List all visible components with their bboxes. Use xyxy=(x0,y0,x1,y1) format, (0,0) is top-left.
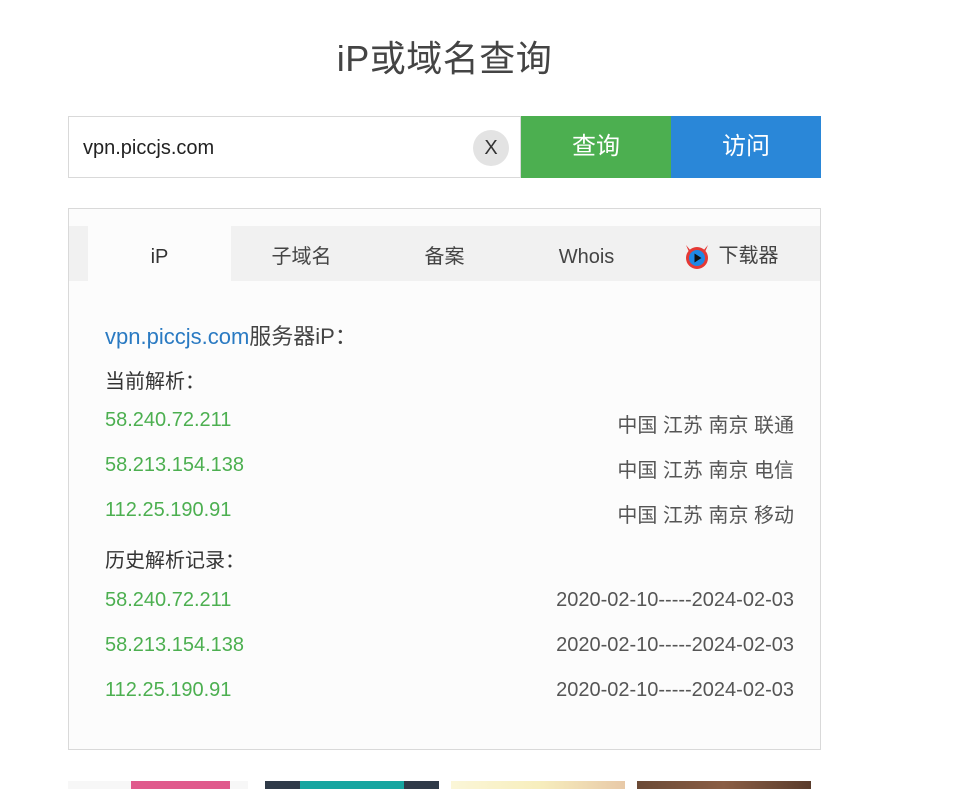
domain-heading-suffix: 服务器iP： xyxy=(249,324,357,349)
tab-icp-record[interactable]: 备案 xyxy=(373,226,516,281)
ip-link[interactable]: 58.240.72.211 xyxy=(105,589,231,612)
search-bar: X 查询 访问 xyxy=(68,116,821,179)
current-resolution-label: 当前解析： xyxy=(105,371,205,393)
tab-whois[interactable]: Whois xyxy=(515,226,658,281)
history-row: 112.25.190.91 2020-02-10-----2024-02-03 xyxy=(105,679,794,709)
ip-link[interactable]: 58.240.72.211 xyxy=(105,409,231,432)
current-row: 112.25.190.91 中国 江苏 南京 移动 xyxy=(105,499,794,529)
current-row: 58.213.154.138 中国 江苏 南京 电信 xyxy=(105,454,794,484)
result-panel: iP 子域名 备案 Whois 下载器 vpn.piccjs.com服务器iP：… xyxy=(68,208,821,750)
domain-link[interactable]: vpn.piccjs.com xyxy=(105,324,249,349)
thumbnail-image[interactable] xyxy=(68,781,248,789)
date-range: 2020-02-10-----2024-02-03 xyxy=(556,589,794,611)
tab-downloader-label: 下载器 xyxy=(718,244,779,267)
search-input[interactable] xyxy=(81,117,465,179)
tab-subdomain[interactable]: 子域名 xyxy=(230,226,373,281)
tab-bar: iP 子域名 备案 Whois 下载器 xyxy=(69,226,820,281)
ip-link[interactable]: 58.213.154.138 xyxy=(105,634,244,657)
page-title: iP或域名查询 xyxy=(336,38,553,79)
ip-location: 中国 江苏 南京 移动 xyxy=(617,505,794,527)
history-row: 58.213.154.138 2020-02-10-----2024-02-03 xyxy=(105,634,794,664)
ip-link[interactable]: 112.25.190.91 xyxy=(105,499,231,522)
history-row: 58.240.72.211 2020-02-10-----2024-02-03 xyxy=(105,589,794,619)
ip-location: 中国 江苏 南京 联通 xyxy=(617,415,794,437)
clear-button[interactable]: X xyxy=(473,130,509,166)
date-range: 2020-02-10-----2024-02-03 xyxy=(556,634,794,656)
history-label: 历史解析记录： xyxy=(105,550,245,572)
devil-play-icon xyxy=(685,244,708,269)
ip-link[interactable]: 112.25.190.91 xyxy=(105,679,231,702)
date-range: 2020-02-10-----2024-02-03 xyxy=(556,679,794,701)
tab-downloader[interactable]: 下载器 xyxy=(659,226,802,281)
thumbnail-image[interactable] xyxy=(265,781,439,789)
domain-heading: vpn.piccjs.com服务器iP： xyxy=(105,319,357,351)
thumbnail-image[interactable] xyxy=(637,781,811,789)
ip-link[interactable]: 58.213.154.138 xyxy=(105,454,244,477)
visit-button[interactable]: 访问 xyxy=(671,116,821,178)
current-row: 58.240.72.211 中国 江苏 南京 联通 xyxy=(105,409,794,439)
ip-location: 中国 江苏 南京 电信 xyxy=(617,460,794,482)
search-box: X xyxy=(68,116,521,179)
query-button[interactable]: 查询 xyxy=(521,116,671,178)
thumbnail-image[interactable] xyxy=(451,781,625,789)
tab-ip[interactable]: iP xyxy=(88,226,231,281)
